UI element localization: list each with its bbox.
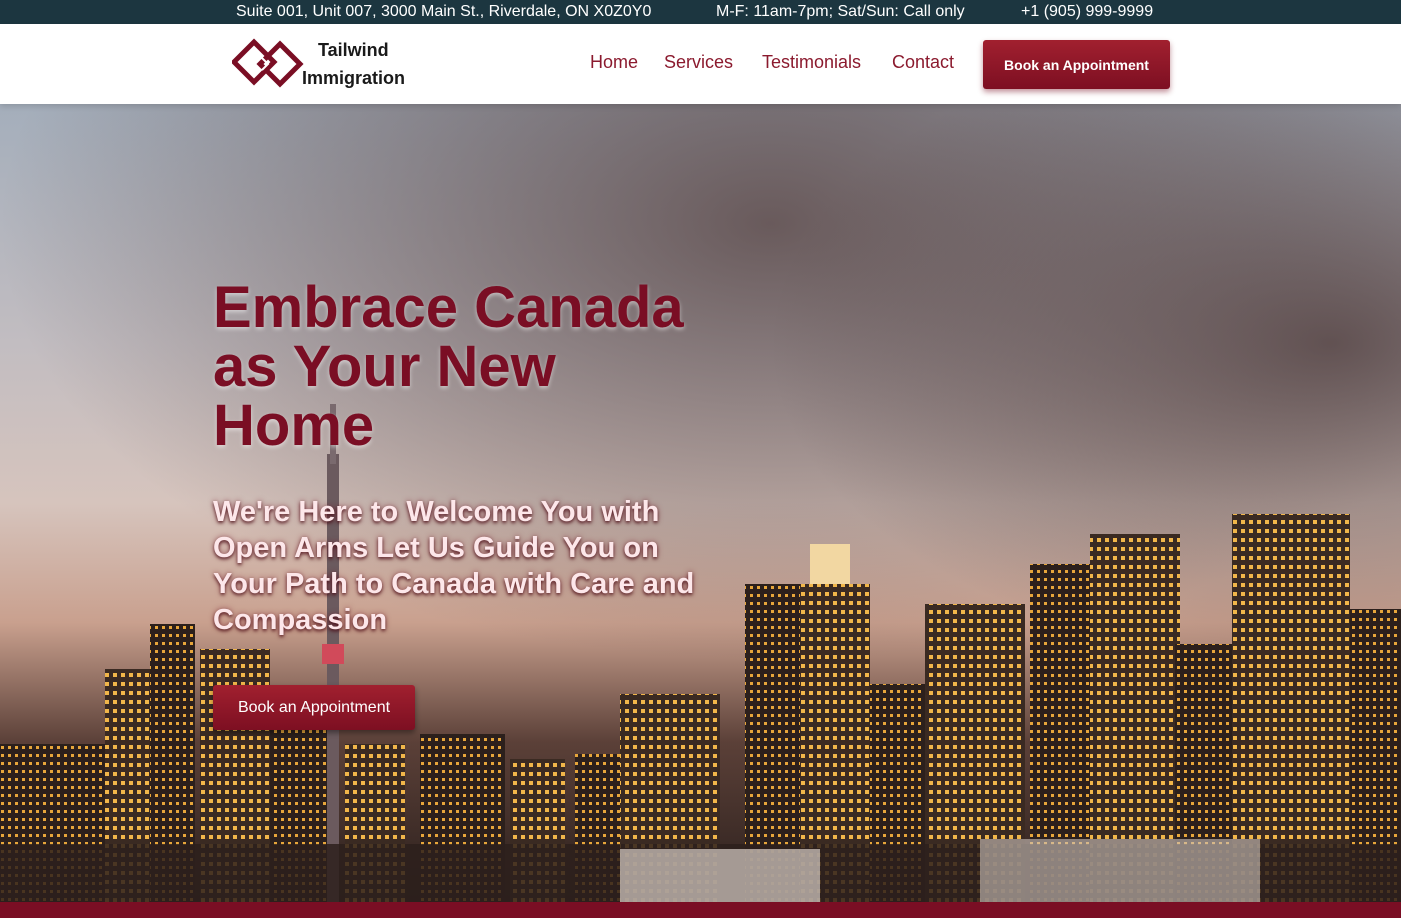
nav-testimonials[interactable]: Testimonials <box>762 52 861 73</box>
hero-title: Embrace Canada as Your New Home <box>213 275 684 458</box>
logo-text-line1: Tailwind <box>318 40 389 60</box>
book-appointment-hero-button[interactable]: Book an Appointment <box>213 685 415 730</box>
phone-link[interactable]: +1 (905) 999-9999 <box>1021 3 1153 21</box>
nav-home[interactable]: Home <box>590 52 638 73</box>
logo-link[interactable]: Tailwind Immigration <box>232 38 432 94</box>
address-text: Suite 001, Unit 007, 3000 Main St., Rive… <box>236 3 652 20</box>
interlocking-diamonds-icon <box>232 38 304 88</box>
bottom-accent-strip <box>0 902 1401 918</box>
top-info-bar: Suite 001, Unit 007, 3000 Main St., Rive… <box>0 0 1401 24</box>
nav-contact[interactable]: Contact <box>892 52 954 73</box>
hero-section: Embrace Canada as Your New Home We're He… <box>0 104 1401 902</box>
nav-services[interactable]: Services <box>664 52 733 73</box>
hero-subtitle: We're Here to Welcome You with Open Arms… <box>213 496 695 636</box>
book-appointment-header-button[interactable]: Book an Appointment <box>983 40 1170 89</box>
site-header: Tailwind Immigration Home Services Testi… <box>0 24 1401 104</box>
logo-text-line2: Immigration <box>302 68 406 88</box>
hours-text: M-F: 11am-7pm; Sat/Sun: Call only <box>716 3 965 20</box>
